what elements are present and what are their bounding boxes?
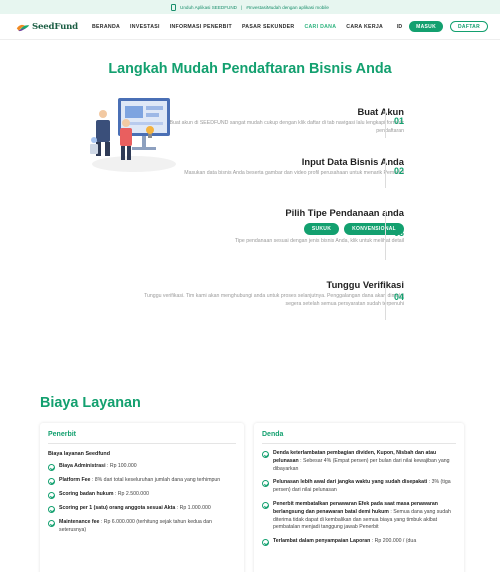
nav-item-pasar-sekunder[interactable]: PASAR SEKUNDER	[242, 24, 295, 30]
fees-section-title: Biaya Layanan	[40, 395, 141, 411]
seedfund-leaf-icon	[16, 24, 30, 31]
fee-label: Scoring badan hukum	[59, 491, 114, 497]
penalty-value: : Rp 200.000 / (dua	[370, 538, 417, 545]
check-circle-icon	[48, 520, 55, 527]
step-1-title: Buat Akun	[357, 106, 404, 117]
step-3: Pilih Tipe Pendanaan anda SUKUK KONVENSI…	[144, 207, 404, 246]
check-circle-icon	[48, 478, 55, 485]
step-2-description: Masukan data bisnis Anda beserta gambar …	[184, 170, 404, 176]
steps-section-title: Langkah Mudah Pendaftaran Bisnis Anda	[108, 61, 392, 77]
step-2-number: 02	[385, 158, 415, 188]
issuer-fees-heading: Penerbit	[48, 431, 236, 444]
fee-label: Platform Fee	[59, 477, 91, 483]
check-circle-icon	[262, 539, 269, 547]
penalty-card: Denda Denda keterlambatan pembagian divi…	[254, 423, 464, 572]
banner-tagline: #InvestasiMudah dengan aplikasi mobile	[246, 4, 329, 10]
sukuk-button[interactable]: SUKUK	[303, 223, 340, 235]
penalty-item: Penerbit membatalkan penawaran Efek pada…	[262, 501, 456, 532]
nav-actions: ID MASUK DAFTAR	[397, 21, 488, 32]
banner-separator: |	[240, 4, 243, 10]
penalty-value: : Sebesar 4% (Empat persen) per bulan da…	[273, 457, 450, 472]
fee-item: Platform Fee : 8% dari total keseluruhan…	[48, 477, 236, 485]
fee-item: Scoring per 1 (satu) orang anggota sesua…	[48, 505, 236, 513]
step-3-title: Pilih Tipe Pendanaan anda	[285, 207, 404, 218]
penalty-label: Pelunasan lebih awal dari jangka waktu y…	[273, 479, 428, 486]
penalty-heading: Denda	[262, 431, 456, 444]
fee-value: : 8% dari total keseluruhan jumlah dana …	[90, 477, 221, 483]
fee-value: : Rp 100.000	[105, 463, 137, 469]
main-menu: BERANDA INVESTASI INFORMASI PENERBIT PAS…	[92, 24, 383, 30]
step-1: Buat Akun Buat akun di SEEDFUND sangat m…	[144, 106, 404, 136]
nav-item-cari-dana[interactable]: CARI DANA	[304, 24, 336, 30]
issuer-fees-card: Penerbit Biaya layanan Seedfund Biaya Ad…	[40, 423, 244, 572]
fee-item: Biaya Administrasi : Rp 100.000	[48, 463, 236, 471]
step-4: Tunggu Verifikasi Tunggu verifikasi. Tim…	[144, 279, 404, 309]
login-button[interactable]: MASUK	[409, 21, 444, 32]
fee-label: Scoring per 1 (satu) orang anggota sesua…	[59, 505, 176, 511]
fee-label: Maintenance fee	[59, 519, 100, 525]
download-app-text[interactable]: Unduh Aplikasi SEEDFUND	[180, 5, 237, 10]
fee-value: : Rp 1.000.000	[175, 505, 211, 511]
app-download-banner[interactable]: Unduh Aplikasi SEEDFUND | #InvestasiMuda…	[0, 0, 500, 14]
fee-value: : Rp 2.500.000	[113, 491, 149, 497]
check-circle-icon	[48, 506, 55, 513]
navbar: SeedFund BERANDA INVESTASI INFORMASI PEN…	[0, 14, 500, 40]
step-3-number: 03	[385, 210, 415, 260]
step-2: Input Data Bisnis Anda Masukan data bisn…	[144, 156, 404, 178]
step-1-description: Buat akun di SEEDFUND sangat mudah cukup…	[169, 120, 404, 134]
penalty-label: Terlambat dalam penyampaian Laporan	[273, 538, 371, 545]
seedfund-logo[interactable]: SeedFund	[16, 20, 78, 34]
nav-item-cara-kerja[interactable]: CARA KERJA	[346, 24, 383, 30]
fee-item: Scoring badan hukum : Rp 2.500.000	[48, 491, 236, 499]
penalty-item: Pelunasan lebih awal dari jangka waktu y…	[262, 479, 456, 495]
phone-icon	[171, 3, 177, 11]
step-3-description: Tipe pendanaan sesuai dengan jenis bisni…	[234, 238, 404, 244]
fee-item: Maintenance fee : Rp 6.000.000 (terhitun…	[48, 519, 236, 535]
step-2-title: Input Data Bisnis Anda	[301, 156, 404, 167]
check-circle-icon	[48, 492, 55, 499]
funding-type-options: SUKUK KONVENSIONAL	[144, 223, 404, 235]
step-4-title: Tunggu Verifikasi	[326, 279, 404, 290]
nav-item-beranda[interactable]: BERANDA	[92, 24, 120, 30]
penalty-item: Denda keterlambatan pembagian dividen, K…	[262, 450, 456, 473]
register-button[interactable]: DAFTAR	[450, 21, 488, 32]
penalty-item: Terlambat dalam penyampaian Laporan : Rp…	[262, 538, 456, 547]
step-4-number: 04	[385, 282, 415, 320]
check-circle-icon	[262, 480, 269, 488]
fee-label: Biaya Administrasi	[59, 463, 106, 469]
step-1-number: 01	[385, 110, 415, 138]
nav-item-informasi-penerbit[interactable]: INFORMASI PENERBIT	[170, 24, 232, 30]
language-switch[interactable]: ID	[397, 24, 402, 30]
check-circle-icon	[262, 501, 269, 509]
nav-item-investasi[interactable]: INVESTASI	[130, 24, 160, 30]
check-circle-icon	[48, 464, 55, 471]
check-circle-icon	[262, 451, 269, 458]
brand-name: SeedFund	[31, 21, 78, 32]
step-4-description: Tunggu verifikasi. Tim kami akan menghub…	[144, 293, 404, 307]
issuer-fees-subtitle: Biaya layanan Seedfund	[48, 451, 111, 457]
